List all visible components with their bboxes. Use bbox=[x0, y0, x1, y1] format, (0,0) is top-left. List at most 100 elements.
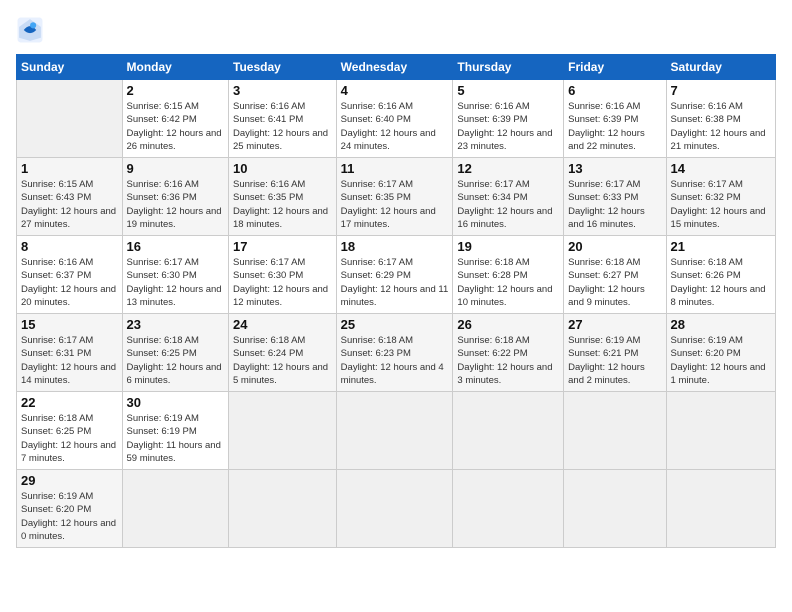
day-number: 14 bbox=[671, 161, 771, 176]
day-number: 16 bbox=[127, 239, 224, 254]
calendar-cell: 21 Sunrise: 6:18 AMSunset: 6:26 PMDayligh… bbox=[666, 236, 775, 314]
day-number: 18 bbox=[341, 239, 449, 254]
calendar-cell bbox=[564, 470, 666, 548]
day-info: Sunrise: 6:17 AMSunset: 6:32 PMDaylight:… bbox=[671, 178, 771, 231]
day-number: 25 bbox=[341, 317, 449, 332]
day-info: Sunrise: 6:18 AMSunset: 6:23 PMDaylight:… bbox=[341, 334, 449, 387]
calendar-cell: 5 Sunrise: 6:16 AMSunset: 6:39 PMDaylight… bbox=[453, 80, 564, 158]
day-info: Sunrise: 6:17 AMSunset: 6:31 PMDaylight:… bbox=[21, 334, 118, 387]
day-number: 30 bbox=[127, 395, 224, 410]
day-number: 12 bbox=[457, 161, 559, 176]
calendar-cell: 29Sunrise: 6:19 AMSunset: 6:20 PMDayligh… bbox=[17, 470, 123, 548]
calendar-cell: 9 Sunrise: 6:16 AMSunset: 6:36 PMDaylight… bbox=[122, 158, 228, 236]
calendar-week-row: 1Sunrise: 6:15 AMSunset: 6:43 PMDaylight… bbox=[17, 158, 776, 236]
calendar-table: SundayMondayTuesdayWednesdayThursdayFrid… bbox=[16, 54, 776, 548]
day-number: 15 bbox=[21, 317, 118, 332]
calendar-cell: 4 Sunrise: 6:16 AMSunset: 6:40 PMDaylight… bbox=[336, 80, 453, 158]
day-number: 10 bbox=[233, 161, 332, 176]
day-number: 7 bbox=[671, 83, 771, 98]
day-info: Sunrise: 6:16 AMSunset: 6:40 PMDaylight:… bbox=[341, 100, 449, 153]
day-number: 1 bbox=[21, 161, 118, 176]
day-info: Sunrise: 6:18 AMSunset: 6:26 PMDaylight:… bbox=[671, 256, 771, 309]
calendar-cell bbox=[453, 392, 564, 470]
calendar-cell: 19Sunrise: 6:18 AMSunset: 6:28 PMDayligh… bbox=[453, 236, 564, 314]
day-number: 28 bbox=[671, 317, 771, 332]
calendar-cell bbox=[229, 392, 337, 470]
calendar-cell: 12 Sunrise: 6:17 AMSunset: 6:34 PMDayligh… bbox=[453, 158, 564, 236]
day-info: Sunrise: 6:19 AMSunset: 6:20 PMDaylight:… bbox=[671, 334, 771, 387]
calendar-cell: 22Sunrise: 6:18 AMSunset: 6:25 PMDayligh… bbox=[17, 392, 123, 470]
calendar-cell: 24Sunrise: 6:18 AMSunset: 6:24 PMDayligh… bbox=[229, 314, 337, 392]
header-cell-tuesday: Tuesday bbox=[229, 55, 337, 80]
day-info: Sunrise: 6:16 AMSunset: 6:37 PMDaylight:… bbox=[21, 256, 118, 309]
calendar-cell bbox=[564, 392, 666, 470]
day-number: 27 bbox=[568, 317, 661, 332]
day-info: Sunrise: 6:17 AMSunset: 6:35 PMDaylight:… bbox=[341, 178, 449, 231]
calendar-cell: 2 Sunrise: 6:15 AMSunset: 6:42 PMDaylight… bbox=[122, 80, 228, 158]
day-number: 4 bbox=[341, 83, 449, 98]
calendar-cell bbox=[666, 470, 775, 548]
calendar-cell: 11 Sunrise: 6:17 AMSunset: 6:35 PMDayligh… bbox=[336, 158, 453, 236]
calendar-week-row: 8 Sunrise: 6:16 AMSunset: 6:37 PMDaylight… bbox=[17, 236, 776, 314]
header-cell-wednesday: Wednesday bbox=[336, 55, 453, 80]
calendar-cell: 27 Sunrise: 6:19 AMSunset: 6:21 PMDayligh… bbox=[564, 314, 666, 392]
calendar-cell bbox=[336, 392, 453, 470]
day-number: 24 bbox=[233, 317, 332, 332]
day-info: Sunrise: 6:16 AMSunset: 6:36 PMDaylight:… bbox=[127, 178, 224, 231]
calendar-cell: 13Sunrise: 6:17 AMSunset: 6:33 PMDayligh… bbox=[564, 158, 666, 236]
day-info: Sunrise: 6:18 AMSunset: 6:27 PMDaylight:… bbox=[568, 256, 661, 309]
logo bbox=[16, 16, 48, 44]
day-number: 9 bbox=[127, 161, 224, 176]
day-number: 21 bbox=[671, 239, 771, 254]
header-row: SundayMondayTuesdayWednesdayThursdayFrid… bbox=[17, 55, 776, 80]
day-info: Sunrise: 6:15 AMSunset: 6:42 PMDaylight:… bbox=[127, 100, 224, 153]
day-info: Sunrise: 6:19 AMSunset: 6:19 PMDaylight:… bbox=[127, 412, 224, 465]
calendar-cell: 30 Sunrise: 6:19 AMSunset: 6:19 PMDayligh… bbox=[122, 392, 228, 470]
day-number: 11 bbox=[341, 161, 449, 176]
day-info: Sunrise: 6:16 AMSunset: 6:39 PMDaylight:… bbox=[457, 100, 559, 153]
calendar-cell: 10Sunrise: 6:16 AMSunset: 6:35 PMDayligh… bbox=[229, 158, 337, 236]
calendar-week-row: 2 Sunrise: 6:15 AMSunset: 6:42 PMDaylight… bbox=[17, 80, 776, 158]
day-info: Sunrise: 6:17 AMSunset: 6:34 PMDaylight:… bbox=[457, 178, 559, 231]
calendar-cell bbox=[666, 392, 775, 470]
calendar-header: SundayMondayTuesdayWednesdayThursdayFrid… bbox=[17, 55, 776, 80]
day-number: 17 bbox=[233, 239, 332, 254]
day-number: 5 bbox=[457, 83, 559, 98]
calendar-cell: 16 Sunrise: 6:17 AMSunset: 6:30 PMDayligh… bbox=[122, 236, 228, 314]
calendar-week-row: 22Sunrise: 6:18 AMSunset: 6:25 PMDayligh… bbox=[17, 392, 776, 470]
day-number: 22 bbox=[21, 395, 118, 410]
calendar-cell: 3Sunrise: 6:16 AMSunset: 6:41 PMDaylight… bbox=[229, 80, 337, 158]
header-cell-saturday: Saturday bbox=[666, 55, 775, 80]
calendar-cell: 14 Sunrise: 6:17 AMSunset: 6:32 PMDayligh… bbox=[666, 158, 775, 236]
header-cell-monday: Monday bbox=[122, 55, 228, 80]
header-cell-sunday: Sunday bbox=[17, 55, 123, 80]
header-cell-thursday: Thursday bbox=[453, 55, 564, 80]
day-info: Sunrise: 6:19 AMSunset: 6:20 PMDaylight:… bbox=[21, 490, 118, 543]
day-info: Sunrise: 6:17 AMSunset: 6:29 PMDaylight:… bbox=[341, 256, 449, 309]
day-number: 8 bbox=[21, 239, 118, 254]
day-number: 23 bbox=[127, 317, 224, 332]
day-info: Sunrise: 6:17 AMSunset: 6:30 PMDaylight:… bbox=[233, 256, 332, 309]
day-number: 3 bbox=[233, 83, 332, 98]
calendar-cell: 17 Sunrise: 6:17 AMSunset: 6:30 PMDayligh… bbox=[229, 236, 337, 314]
calendar-cell: 7 Sunrise: 6:16 AMSunset: 6:38 PMDaylight… bbox=[666, 80, 775, 158]
calendar-cell: 20Sunrise: 6:18 AMSunset: 6:27 PMDayligh… bbox=[564, 236, 666, 314]
calendar-cell bbox=[122, 470, 228, 548]
day-info: Sunrise: 6:18 AMSunset: 6:28 PMDaylight:… bbox=[457, 256, 559, 309]
day-info: Sunrise: 6:18 AMSunset: 6:22 PMDaylight:… bbox=[457, 334, 559, 387]
day-info: Sunrise: 6:17 AMSunset: 6:30 PMDaylight:… bbox=[127, 256, 224, 309]
calendar-week-row: 29Sunrise: 6:19 AMSunset: 6:20 PMDayligh… bbox=[17, 470, 776, 548]
day-info: Sunrise: 6:16 AMSunset: 6:38 PMDaylight:… bbox=[671, 100, 771, 153]
calendar-cell: 26 Sunrise: 6:18 AMSunset: 6:22 PMDayligh… bbox=[453, 314, 564, 392]
day-number: 26 bbox=[457, 317, 559, 332]
header bbox=[16, 16, 776, 44]
day-info: Sunrise: 6:16 AMSunset: 6:39 PMDaylight:… bbox=[568, 100, 661, 153]
day-info: Sunrise: 6:19 AMSunset: 6:21 PMDaylight:… bbox=[568, 334, 661, 387]
calendar-cell: 6Sunrise: 6:16 AMSunset: 6:39 PMDaylight… bbox=[564, 80, 666, 158]
day-info: Sunrise: 6:18 AMSunset: 6:25 PMDaylight:… bbox=[127, 334, 224, 387]
day-number: 2 bbox=[127, 83, 224, 98]
calendar-cell: 28 Sunrise: 6:19 AMSunset: 6:20 PMDayligh… bbox=[666, 314, 775, 392]
logo-icon bbox=[16, 16, 44, 44]
calendar-cell bbox=[453, 470, 564, 548]
calendar-cell: 25 Sunrise: 6:18 AMSunset: 6:23 PMDayligh… bbox=[336, 314, 453, 392]
